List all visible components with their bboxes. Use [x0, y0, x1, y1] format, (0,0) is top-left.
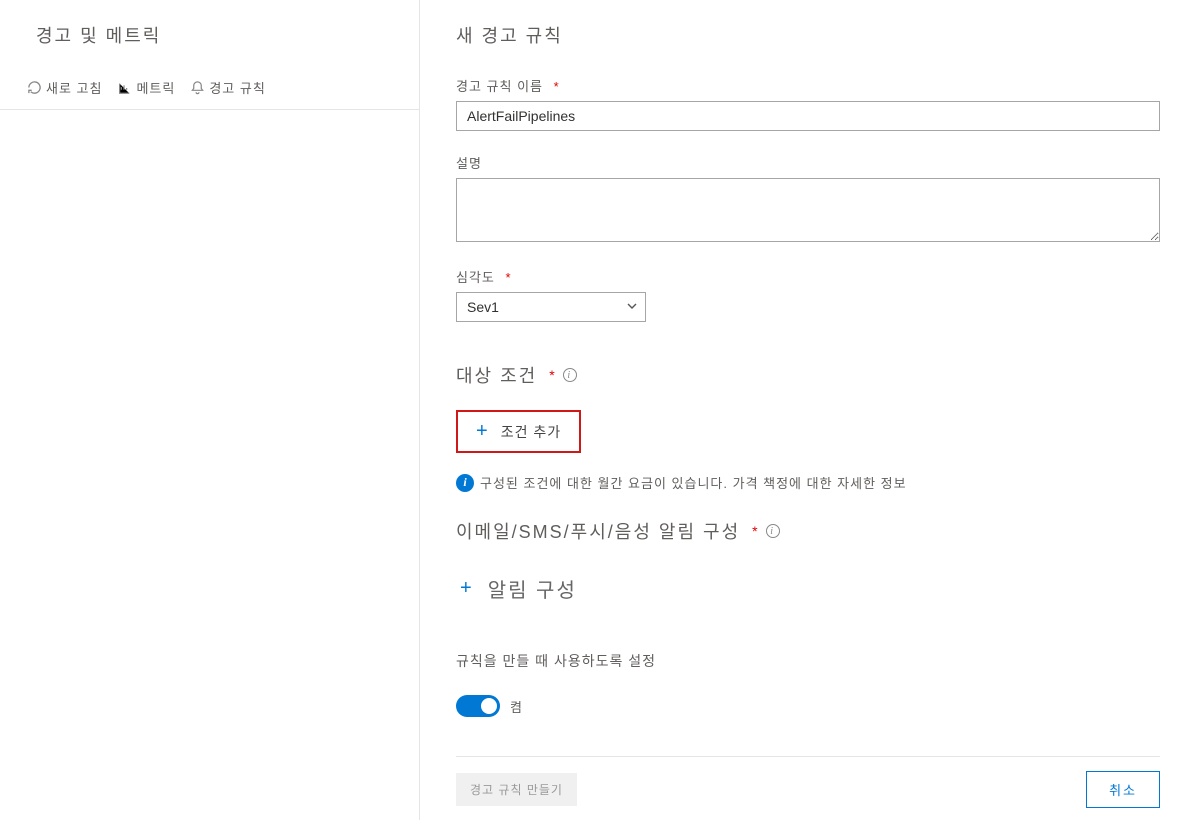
refresh-icon — [26, 80, 42, 96]
target-condition-title: 대상 조건 * i — [456, 362, 1160, 388]
page-title: 새 경고 규칙 — [456, 12, 1160, 76]
toggle-thumb — [481, 698, 497, 714]
alert-rules-label: 경고 규칙 — [209, 78, 265, 97]
required-mark: * — [506, 270, 512, 285]
notification-title: 이메일/SMS/푸시/음성 알림 구성 * i — [456, 518, 1160, 544]
create-rule-button[interactable]: 경고 규칙 만들기 — [456, 773, 577, 806]
toggle-state-label: 켬 — [510, 697, 522, 716]
add-notification-button[interactable]: + 알림 구성 — [456, 566, 581, 611]
refresh-label: 새로 고침 — [46, 78, 102, 97]
cancel-button[interactable]: 취소 — [1086, 771, 1160, 808]
plus-icon: + — [460, 577, 474, 600]
required-mark: * — [554, 79, 560, 94]
right-panel: 새 경고 규칙 경고 규칙 이름 * 설명 심각도 * Sev1 — [420, 0, 1190, 820]
alert-rules-button[interactable]: 경고 규칙 — [183, 74, 271, 101]
pricing-info-text: 구성된 조건에 대한 월간 요금이 있습니다. 가격 책정에 대한 자세한 정보 — [480, 473, 907, 492]
plus-icon: + — [476, 420, 489, 443]
info-icon[interactable]: i — [766, 524, 780, 538]
add-notification-label: 알림 구성 — [488, 574, 577, 603]
bell-icon — [189, 80, 205, 96]
add-condition-button[interactable]: + 조건 추가 — [456, 410, 581, 453]
metrics-button[interactable]: 메트릭 — [110, 74, 181, 101]
enable-on-create-label: 규칙을 만들 때 사용하도록 설정 — [456, 651, 1160, 671]
severity-label: 심각도 * — [456, 267, 1160, 286]
enable-toggle[interactable] — [456, 695, 500, 717]
toolbar: 새로 고침 메트릭 경고 규칙 — [0, 66, 419, 110]
info-blue-icon: i — [456, 474, 474, 492]
refresh-button[interactable]: 새로 고침 — [20, 74, 108, 101]
description-input[interactable] — [456, 178, 1160, 242]
metrics-icon — [116, 80, 132, 96]
severity-select[interactable]: Sev1 — [456, 292, 646, 322]
metrics-label: 메트릭 — [136, 78, 175, 97]
left-panel: 경고 및 메트릭 새로 고침 메트릭 경고 규칙 — [0, 0, 420, 820]
add-condition-label: 조건 추가 — [501, 422, 561, 442]
pricing-info-row: i 구성된 조건에 대한 월간 요금이 있습니다. 가격 책정에 대한 자세한 … — [456, 473, 1160, 492]
left-panel-title: 경고 및 메트릭 — [0, 12, 419, 66]
rule-name-label: 경고 규칙 이름 * — [456, 76, 1160, 95]
bottom-bar: 경고 규칙 만들기 취소 — [456, 756, 1160, 808]
description-label: 설명 — [456, 153, 1160, 172]
info-icon[interactable]: i — [563, 368, 577, 382]
rule-name-input[interactable] — [456, 101, 1160, 131]
